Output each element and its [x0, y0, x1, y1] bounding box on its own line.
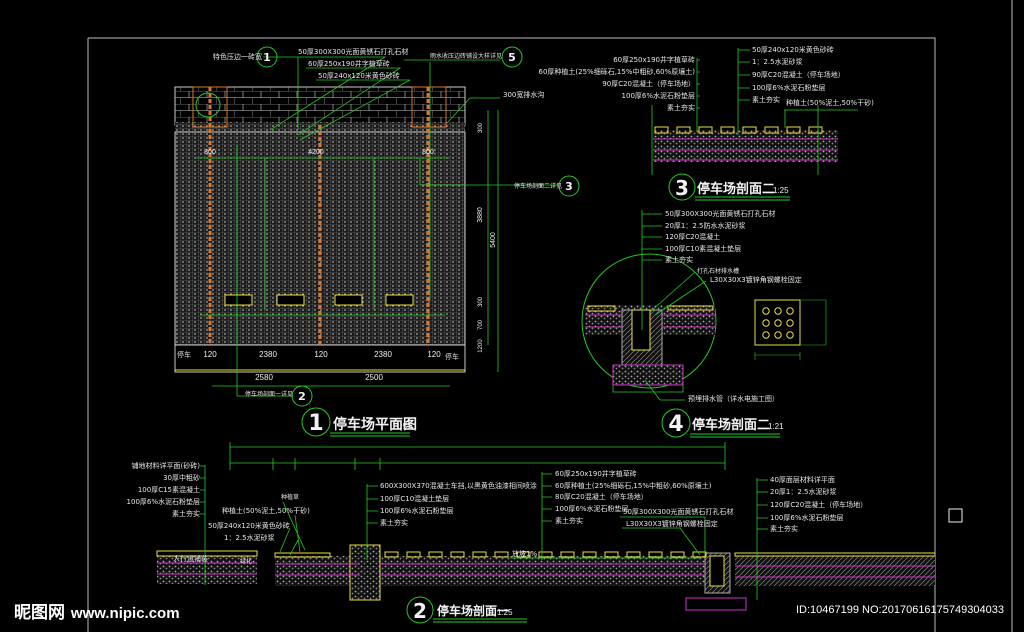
- ref-number: 1: [263, 51, 271, 64]
- callout-label: 50厚240x120米黄色砂砖: [318, 71, 400, 80]
- layer-label: L30X30X3镀锌角钢螺栓固定: [626, 519, 718, 528]
- layer-label: 20厚1：2.5水泥砂浆: [770, 487, 837, 496]
- callout-label: 停车场剖面一详见: [245, 390, 293, 398]
- title-number: 4: [668, 412, 683, 437]
- layer-label: 60厚250x190井字植草砖: [555, 469, 637, 478]
- dimension: 2380: [374, 350, 392, 359]
- dimension: 3880: [477, 207, 484, 223]
- layer-label: 1：2.5水泥砂浆: [752, 57, 803, 66]
- dimension: 2580: [255, 373, 273, 382]
- layer-label: 素土夯实: [770, 524, 798, 533]
- dimension: 4200: [308, 149, 324, 156]
- layer-label: 50厚300X300光面黄锈石打孔石材: [623, 507, 733, 516]
- layer-label: 60厚种植土(25%细砾石,15%中粗砂,60%原壤土): [539, 67, 696, 76]
- title-number: 2: [413, 599, 427, 623]
- layer-label: 20厚1：2.5防水水泥砂浆: [665, 221, 746, 230]
- watermark-logo: 昵图网: [14, 603, 65, 623]
- layer-label: 60厚种植土(25%细砾石,15%中粗砂,60%原壤土): [555, 481, 712, 490]
- callout-label: 雨水收压边砖铺设大样详见: [430, 52, 502, 60]
- plan-scale: 1:51: [396, 422, 412, 431]
- ref-number: 3: [565, 180, 573, 193]
- dimension: 5400: [490, 232, 497, 248]
- layer-label: 40厚面层材料详平面: [770, 475, 835, 484]
- layer-label: 素土夯实: [665, 255, 693, 264]
- layer-label: 80厚C20混凝土（停车场地）: [555, 492, 648, 501]
- layer-label: 90厚C20混凝土（停车场地）: [602, 79, 695, 88]
- layer-label: 60厚250x190井字植草砖: [613, 55, 695, 64]
- layer-label: 30厚中粗砂: [163, 473, 200, 482]
- callout-label: 60厚250x190井字植草砖: [308, 59, 390, 68]
- layer-label: 人行道铺装: [173, 554, 208, 563]
- dimension: 120: [203, 350, 217, 359]
- layer-label: 素土夯实: [172, 509, 200, 518]
- section-scale: 1:21: [768, 422, 784, 431]
- layer-label: 100厚6%水泥石粉垫层: [622, 91, 695, 100]
- layer-label: 120厚C20混凝土（停车场地）: [770, 500, 867, 509]
- layer-label: 100厚C10混凝土垫层: [380, 494, 449, 503]
- watermark: 昵图网 www.nipic.com: [14, 598, 180, 623]
- layer-label: 素土夯实: [555, 516, 583, 525]
- layer-label: 种植土(50%泥土,50%干砂): [786, 98, 874, 107]
- watermark-url: www.nipic.com: [70, 605, 180, 622]
- layer-label: 600X300X370混凝土车挡,以黑黄色油漆相间喷涂: [380, 481, 537, 490]
- dimension: 800: [204, 149, 216, 156]
- callout-label: 300宽排水沟: [503, 90, 544, 99]
- layer-label: 100厚6%水泥石粉垫层: [380, 506, 453, 515]
- dimension: 300: [478, 296, 484, 307]
- dimension: 300: [478, 122, 484, 133]
- layer-label: 种植土(50%泥土,50%干砂): [222, 506, 310, 515]
- layer-label: 素土夯实: [667, 103, 695, 112]
- layer-label: 绿化: [240, 557, 252, 565]
- layer-label: 素土夯实: [752, 95, 780, 104]
- callout-label: 特色压边一砖宽: [213, 52, 262, 61]
- layer-label: 50厚240x120米黄色砂砖: [208, 521, 290, 530]
- ref-number: 5: [508, 51, 516, 64]
- title-number: 1: [308, 411, 323, 436]
- title-number: 3: [675, 176, 689, 200]
- parking-plan: [174, 56, 560, 397]
- layer-label: 放坡1%: [512, 549, 537, 558]
- dimension: 120: [314, 350, 328, 359]
- dimension: 2500: [365, 373, 383, 382]
- layer-label: 素土夯实: [380, 518, 408, 527]
- dimension: 1200: [478, 339, 484, 353]
- dimension: 120: [427, 350, 441, 359]
- layer-label: 100厚6%水泥石粉垫层: [555, 504, 628, 513]
- edge-label: 停车: [445, 352, 459, 361]
- section-scale: 1:25: [497, 608, 513, 617]
- layer-label: 种植草: [281, 493, 299, 501]
- layer-label: 打孔石材排水槽: [697, 267, 739, 275]
- cad-drawing: 特色压边一砖宽 50厚300X300光面黄锈石打孔石材 60厚250x190井字植草…: [87, 0, 1013, 632]
- image-id: ID:10467199 NO:20170616175749304033: [796, 604, 1004, 616]
- callout-label: 50厚300X300光面黄锈石打孔石材: [298, 47, 408, 56]
- layer-label: 50厚240x120米黄色砂砖: [752, 45, 834, 54]
- layer-label: 50厚300X300光面黄锈石打孔石材: [665, 209, 775, 218]
- layer-label: 100厚C10素混凝土垫层: [665, 244, 741, 253]
- edge-label: 停车: [177, 350, 191, 359]
- layer-label: 预埋排水管（详水电施工图）: [688, 394, 779, 403]
- dimension: 2380: [259, 350, 277, 359]
- callout-label: 停车场剖面二详见: [514, 182, 562, 190]
- dimension: 800: [422, 149, 434, 156]
- section-scale: 1:25: [773, 186, 789, 195]
- layer-label: 120厚C20混凝土: [665, 232, 720, 241]
- layer-label: 铺地材料详平面(砂砖): [132, 461, 201, 470]
- ref-number: 2: [298, 390, 306, 403]
- section-title: 停车场剖面二: [697, 181, 775, 197]
- layer-label: 100厚6%水泥石粉垫层: [752, 83, 825, 92]
- layer-label: L30X30X3镀锌角钢螺栓固定: [710, 275, 802, 284]
- layer-label: 100厚C15素混凝土: [138, 485, 200, 494]
- dimension: 700: [478, 319, 484, 330]
- section-title: 停车场剖面二: [692, 417, 770, 433]
- layer-label: 1：2.5水泥砂浆: [224, 533, 275, 542]
- layer-label: 100厚6%水泥石粉垫层: [770, 513, 843, 522]
- layer-label: 100厚6%水泥石粉垫层: [127, 497, 200, 506]
- layer-label: 90厚C20混凝土（停车场地）: [752, 70, 845, 79]
